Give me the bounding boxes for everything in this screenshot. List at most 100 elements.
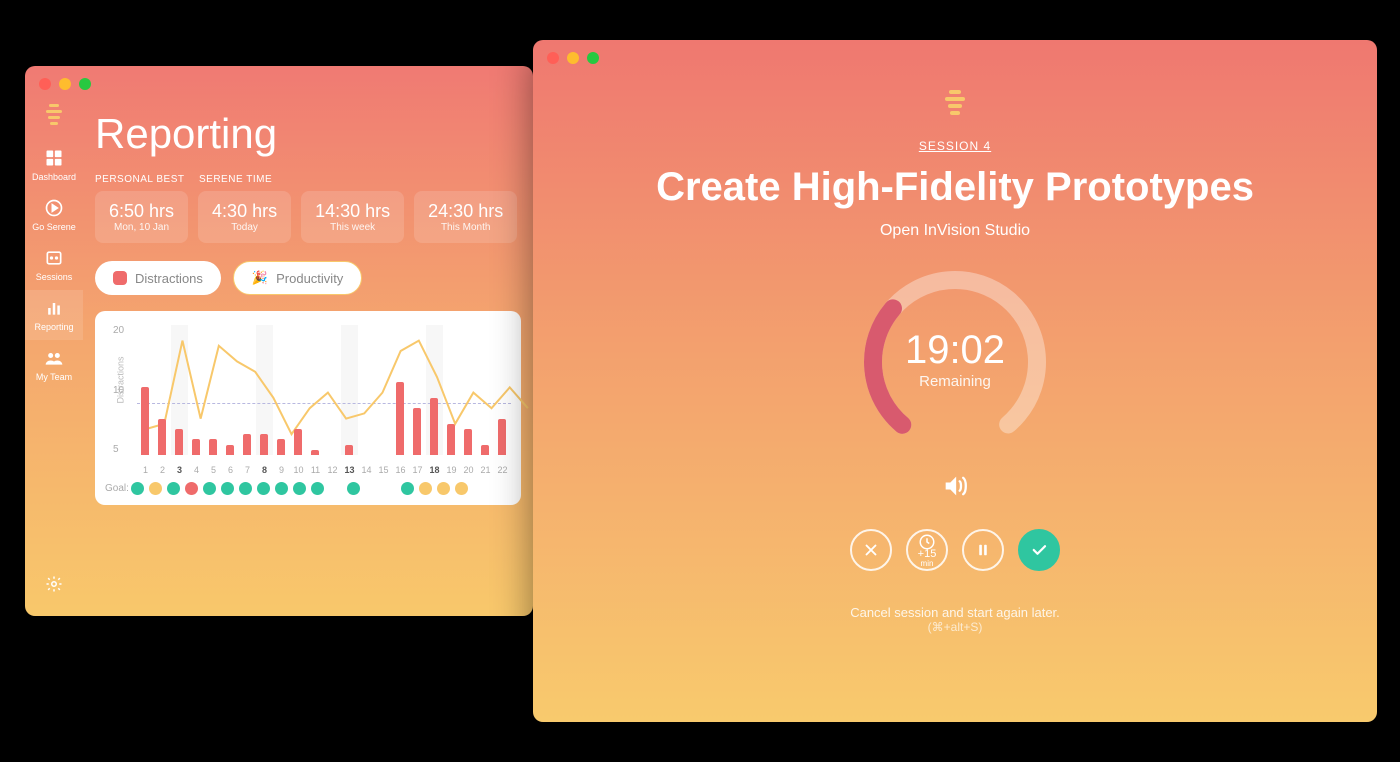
chart-bar [311,450,319,455]
close-window-button[interactable] [547,52,559,64]
tab-label: Productivity [276,271,343,286]
x-tick: 22 [494,465,511,475]
sound-button[interactable] [941,472,969,505]
session-window: SESSION 4 Create High-Fidelity Prototype… [533,40,1377,722]
sidebar-item-label: Reporting [34,322,73,332]
maximize-window-button[interactable] [79,78,91,90]
stat-value: 14:30 hrs [315,201,390,222]
timer-time: 19:02 [905,328,1005,373]
x-axis: 12345678910111213141516171819202122 [137,465,511,475]
minimize-window-button[interactable] [567,52,579,64]
pause-button[interactable] [962,529,1004,571]
goal-dot [311,482,324,495]
x-tick: 21 [477,465,494,475]
add-15-button[interactable]: +15 min [906,529,948,571]
goal-dot [131,482,144,495]
chart-plot [137,325,511,455]
tab-productivity[interactable]: 🎉 Productivity [233,261,362,295]
chart-bar [277,439,285,455]
sidebar-item-label: Dashboard [32,172,76,182]
chart-bar [209,439,217,455]
sidebar-item-my-team[interactable]: My Team [25,340,83,390]
goal-dot [383,482,396,495]
sidebar-item-dashboard[interactable]: Dashboard [25,140,83,190]
party-icon: 🎉 [252,270,268,286]
stat-card[interactable]: 6:50 hrsMon, 10 Jan [95,191,188,243]
stat-sub: This Month [428,222,503,233]
team-icon [44,348,64,368]
chart-card: 20 10 5 Distractions 1234567891011121314… [95,311,521,505]
x-tick: 3 [171,465,188,475]
x-tick: 11 [307,465,324,475]
productivity-line [137,325,533,455]
session-subtitle: Open InVision Studio [880,222,1030,240]
goal-dot [149,482,162,495]
goal-dot [455,482,468,495]
goal-label: Goal: [105,483,129,494]
stat-card[interactable]: 24:30 hrsThis Month [414,191,517,243]
tab-distractions[interactable]: Distractions [95,261,221,295]
chart-bar [141,387,149,455]
x-tick: 17 [409,465,426,475]
y-tick: 20 [113,325,124,336]
settings-button[interactable] [45,575,63,598]
goal-dot [293,482,306,495]
chart-bar [345,445,353,455]
goal-dot [365,482,378,495]
cancel-hint-line: Cancel session and start again later. [850,605,1060,620]
session-badge[interactable]: SESSION 4 [919,139,991,153]
chart-tabs: Distractions 🎉 Productivity [95,261,521,295]
stat-value: 24:30 hrs [428,201,503,222]
chart-bar [430,398,438,455]
x-tick: 20 [460,465,477,475]
timer-label: Remaining [905,373,1005,390]
chart-bar [294,429,302,455]
x-tick: 4 [188,465,205,475]
cancel-button[interactable] [850,529,892,571]
goal-dot [419,482,432,495]
goal-dots [129,482,525,495]
goal-dot [257,482,270,495]
dashboard-icon [44,148,64,168]
goal-dot [275,482,288,495]
sidebar-item-label: Sessions [36,272,73,282]
chart-bar [481,445,489,455]
goal-dot [509,482,522,495]
close-window-button[interactable] [39,78,51,90]
goal-dot [491,482,504,495]
goal-dot [221,482,234,495]
chart-bar [447,424,455,455]
chart-bar [260,434,268,455]
chart-bar [175,429,183,455]
goal-dot [185,482,198,495]
chart-bar [498,419,506,455]
session-title: Create High-Fidelity Prototypes [656,165,1254,210]
goal-dot [203,482,216,495]
x-tick: 1 [137,465,154,475]
maximize-window-button[interactable] [587,52,599,64]
stat-sub: Mon, 10 Jan [109,222,174,233]
stat-card[interactable]: 14:30 hrsThis week [301,191,404,243]
x-tick: 18 [426,465,443,475]
app-logo-icon [42,102,66,126]
stat-card[interactable]: 4:30 hrsToday [198,191,291,243]
cancel-hint: Cancel session and start again later. (⌘… [850,605,1060,634]
pause-icon [974,541,992,559]
stat-label-personal: PERSONAL BEST [95,174,185,185]
reporting-window: Dashboard Go Serene Sessions Reporting M… [25,66,533,616]
x-tick: 13 [341,465,358,475]
sidebar-item-sessions[interactable]: Sessions [25,240,83,290]
sidebar-item-reporting[interactable]: Reporting [25,290,83,340]
sidebar-item-go-serene[interactable]: Go Serene [25,190,83,240]
complete-button[interactable] [1018,529,1060,571]
chart-bar [464,429,472,455]
stat-value: 6:50 hrs [109,201,174,222]
stat-value: 4:30 hrs [212,201,277,222]
chart-icon [44,298,64,318]
x-tick: 7 [239,465,256,475]
sidebar-item-label: My Team [36,372,72,382]
page-title: Reporting [95,110,521,158]
goal-dot [401,482,414,495]
x-tick: 14 [358,465,375,475]
minimize-window-button[interactable] [59,78,71,90]
